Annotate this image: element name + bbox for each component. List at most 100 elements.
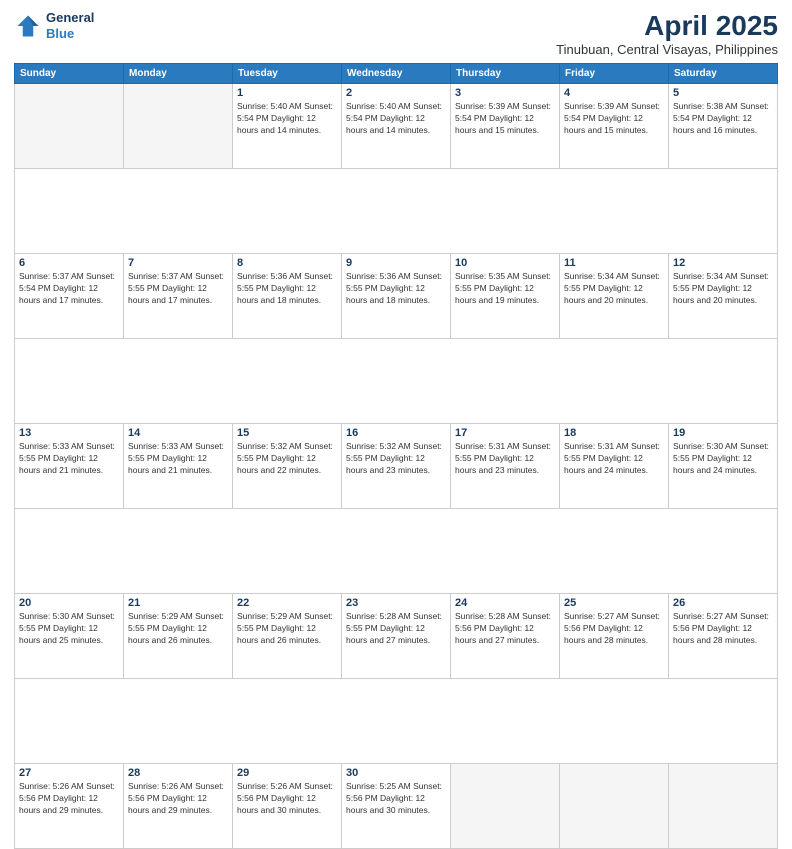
calendar-cell: 30Sunrise: 5:25 AM Sunset: 5:56 PM Dayli… (342, 764, 451, 849)
calendar-cell: 7Sunrise: 5:37 AM Sunset: 5:55 PM Daylig… (124, 254, 233, 339)
calendar-cell: 23 Sunrise: 5:28 AM Sunset: 5:55 PM Dayli… (342, 594, 451, 679)
header: General Blue April 2025 Tinubuan, Centra… (14, 10, 778, 57)
day-info: Sunrise: 5:32 AM Sunset: 5:55 PM Dayligh… (237, 441, 337, 477)
day-header-saturday: Saturday (669, 64, 778, 84)
calendar-cell: 29 Sunrise: 5:26 AM Sunset: 5:56 PM Dayli… (233, 764, 342, 849)
calendar-week-5: 27 Sunrise: 5:26 AM Sunset: 5:56 PM Dayli… (15, 764, 778, 849)
calendar-cell: 8Sunrise: 5:36 AM Sunset: 5:55 PM Daylig… (233, 254, 342, 339)
calendar-cell: 28 Sunrise: 5:26 AM Sunset: 5:56 PM Dayli… (124, 764, 233, 849)
day-info: Sunrise: 5:39 AM Sunset: 5:54 PM Dayligh… (455, 101, 555, 137)
day-number: 23 (346, 597, 446, 609)
day-number: 3 (455, 87, 555, 99)
day-number: 17 (455, 427, 555, 439)
day-header-monday: Monday (124, 64, 233, 84)
day-info: Sunrise: 5:28 AM Sunset: 5:56 PM Dayligh… (455, 611, 555, 647)
calendar-week-4: 20Sunrise: 5:30 AM Sunset: 5:55 PM Dayli… (15, 594, 778, 679)
day-number: 18 (564, 427, 664, 439)
calendar-cell: 25Sunrise: 5:27 AM Sunset: 5:56 PM Dayli… (560, 594, 669, 679)
day-number: 5 (673, 87, 773, 99)
calendar-week-1: 1 Sunrise: 5:40 AM Sunset: 5:54 PM Daylig… (15, 84, 778, 169)
page: General Blue April 2025 Tinubuan, Centra… (0, 0, 792, 612)
logo: General Blue (14, 10, 94, 41)
day-number: 30 (346, 767, 446, 779)
day-info: Sunrise: 5:29 AM Sunset: 5:55 PM Dayligh… (128, 611, 228, 647)
day-number: 9 (346, 257, 446, 269)
day-number: 2 (346, 87, 446, 99)
calendar-cell: 11 Sunrise: 5:34 AM Sunset: 5:55 PM Dayli… (560, 254, 669, 339)
calendar-cell (560, 764, 669, 849)
day-number: 15 (237, 427, 337, 439)
day-info: Sunrise: 5:38 AM Sunset: 5:54 PM Dayligh… (673, 101, 773, 137)
calendar-cell: 21Sunrise: 5:29 AM Sunset: 5:55 PM Dayli… (124, 594, 233, 679)
day-info: Sunrise: 5:40 AM Sunset: 5:54 PM Dayligh… (237, 101, 337, 137)
calendar-cell: 17Sunrise: 5:31 AM Sunset: 5:55 PM Dayli… (451, 424, 560, 509)
day-number: 27 (19, 767, 119, 779)
day-info: Sunrise: 5:28 AM Sunset: 5:55 PM Dayligh… (346, 611, 446, 647)
day-header-thursday: Thursday (451, 64, 560, 84)
calendar-cell: 13 Sunrise: 5:33 AM Sunset: 5:55 PM Dayli… (15, 424, 124, 509)
day-info: Sunrise: 5:30 AM Sunset: 5:55 PM Dayligh… (19, 611, 119, 647)
week-divider (15, 679, 778, 764)
day-info: Sunrise: 5:36 AM Sunset: 5:55 PM Dayligh… (346, 271, 446, 307)
day-number: 10 (455, 257, 555, 269)
day-number: 1 (237, 87, 337, 99)
calendar-cell: 16 Sunrise: 5:32 AM Sunset: 5:55 PM Dayli… (342, 424, 451, 509)
day-info: Sunrise: 5:34 AM Sunset: 5:55 PM Dayligh… (673, 271, 773, 307)
day-header-sunday: Sunday (15, 64, 124, 84)
calendar-cell: 27 Sunrise: 5:26 AM Sunset: 5:56 PM Dayli… (15, 764, 124, 849)
day-info: Sunrise: 5:26 AM Sunset: 5:56 PM Dayligh… (237, 781, 337, 817)
day-number: 16 (346, 427, 446, 439)
day-info: Sunrise: 5:26 AM Sunset: 5:56 PM Dayligh… (19, 781, 119, 817)
calendar-cell: 6Sunrise: 5:37 AM Sunset: 5:54 PM Daylig… (15, 254, 124, 339)
calendar-cell: 18Sunrise: 5:31 AM Sunset: 5:55 PM Dayli… (560, 424, 669, 509)
day-number: 13 (19, 427, 119, 439)
day-info: Sunrise: 5:34 AM Sunset: 5:55 PM Dayligh… (564, 271, 664, 307)
day-info: Sunrise: 5:40 AM Sunset: 5:54 PM Dayligh… (346, 101, 446, 137)
calendar-cell: 12Sunrise: 5:34 AM Sunset: 5:55 PM Dayli… (669, 254, 778, 339)
calendar-cell: 14 Sunrise: 5:33 AM Sunset: 5:55 PM Dayli… (124, 424, 233, 509)
week-divider (15, 509, 778, 594)
calendar-week-3: 13 Sunrise: 5:33 AM Sunset: 5:55 PM Dayli… (15, 424, 778, 509)
day-number: 19 (673, 427, 773, 439)
day-number: 11 (564, 257, 664, 269)
day-number: 8 (237, 257, 337, 269)
calendar-week-2: 6Sunrise: 5:37 AM Sunset: 5:54 PM Daylig… (15, 254, 778, 339)
day-number: 26 (673, 597, 773, 609)
day-info: Sunrise: 5:30 AM Sunset: 5:55 PM Dayligh… (673, 441, 773, 477)
week-divider (15, 339, 778, 424)
calendar-cell (15, 84, 124, 169)
calendar-cell: 2 Sunrise: 5:40 AM Sunset: 5:54 PM Daylig… (342, 84, 451, 169)
calendar-cell: 3 Sunrise: 5:39 AM Sunset: 5:54 PM Daylig… (451, 84, 560, 169)
calendar-cell: 15 Sunrise: 5:32 AM Sunset: 5:55 PM Dayli… (233, 424, 342, 509)
calendar-cell: 1 Sunrise: 5:40 AM Sunset: 5:54 PM Daylig… (233, 84, 342, 169)
day-info: Sunrise: 5:33 AM Sunset: 5:55 PM Dayligh… (19, 441, 119, 477)
calendar-cell: 4 Sunrise: 5:39 AM Sunset: 5:54 PM Daylig… (560, 84, 669, 169)
day-info: Sunrise: 5:27 AM Sunset: 5:56 PM Dayligh… (673, 611, 773, 647)
day-number: 25 (564, 597, 664, 609)
calendar-cell: 24Sunrise: 5:28 AM Sunset: 5:56 PM Dayli… (451, 594, 560, 679)
day-number: 22 (237, 597, 337, 609)
calendar-table: SundayMondayTuesdayWednesdayThursdayFrid… (14, 63, 778, 849)
day-header-tuesday: Tuesday (233, 64, 342, 84)
day-info: Sunrise: 5:39 AM Sunset: 5:54 PM Dayligh… (564, 101, 664, 137)
calendar-cell: 22Sunrise: 5:29 AM Sunset: 5:55 PM Dayli… (233, 594, 342, 679)
day-number: 29 (237, 767, 337, 779)
calendar-cell: 5 Sunrise: 5:38 AM Sunset: 5:54 PM Daylig… (669, 84, 778, 169)
main-title: April 2025 (556, 10, 778, 42)
calendar-cell: 20Sunrise: 5:30 AM Sunset: 5:55 PM Dayli… (15, 594, 124, 679)
calendar-cell (451, 764, 560, 849)
day-number: 28 (128, 767, 228, 779)
day-info: Sunrise: 5:37 AM Sunset: 5:54 PM Dayligh… (19, 271, 119, 307)
calendar-cell: 26 Sunrise: 5:27 AM Sunset: 5:56 PM Dayli… (669, 594, 778, 679)
calendar-header-row: SundayMondayTuesdayWednesdayThursdayFrid… (15, 64, 778, 84)
day-number: 7 (128, 257, 228, 269)
day-info: Sunrise: 5:33 AM Sunset: 5:55 PM Dayligh… (128, 441, 228, 477)
day-number: 14 (128, 427, 228, 439)
calendar-cell: 19 Sunrise: 5:30 AM Sunset: 5:55 PM Dayli… (669, 424, 778, 509)
day-info: Sunrise: 5:32 AM Sunset: 5:55 PM Dayligh… (346, 441, 446, 477)
day-info: Sunrise: 5:26 AM Sunset: 5:56 PM Dayligh… (128, 781, 228, 817)
day-number: 4 (564, 87, 664, 99)
title-block: April 2025 Tinubuan, Central Visayas, Ph… (556, 10, 778, 57)
week-divider (15, 169, 778, 254)
logo-icon (14, 12, 42, 40)
